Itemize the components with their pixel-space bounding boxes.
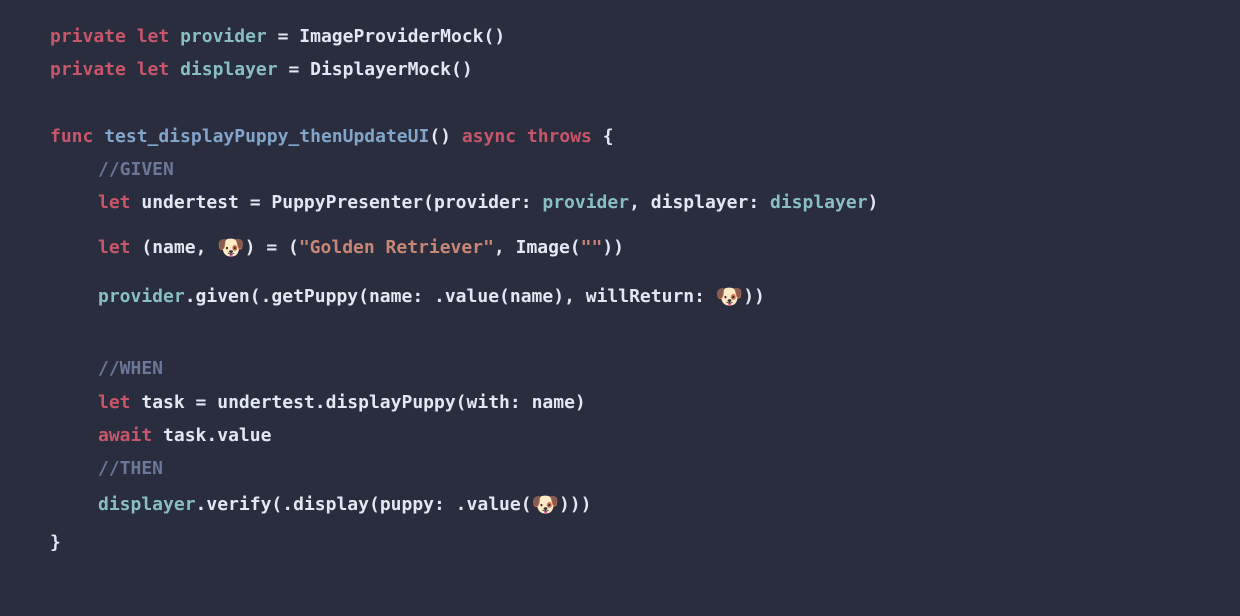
comment-given: //GIVEN [98, 159, 174, 180]
identifier-undertest: undertest [217, 392, 315, 413]
tuple-assign: ) = ( [245, 237, 299, 258]
brace-open: { [592, 126, 614, 147]
type-image: Image [516, 237, 570, 258]
keyword-await: await [98, 425, 152, 446]
code-line: private let displayer = DisplayerMock() [50, 53, 1190, 86]
function-name: test_displayPuppy_thenUpdateUI [104, 126, 429, 147]
paren-close: ))) [559, 494, 592, 515]
param-label-provider: provider [434, 192, 521, 213]
identifier-displayer: displayer [180, 59, 278, 80]
code-line: } [50, 526, 1190, 559]
keyword-private: private [50, 59, 126, 80]
comment-when: //WHEN [98, 358, 163, 379]
operator-assign: = [278, 59, 311, 80]
code-line: func test_displayPuppy_thenUpdateUI() as… [50, 120, 1190, 153]
paren-close: ) [868, 192, 879, 213]
spacing [50, 220, 1190, 229]
paren-close: ) [575, 392, 586, 413]
code-line: private let provider = ImageProviderMock… [50, 20, 1190, 53]
keyword-throws: throws [527, 126, 592, 147]
operator-assign: = [185, 392, 218, 413]
blank-line [50, 87, 1190, 120]
arg-name: name [510, 286, 553, 307]
param-label-name: name [369, 286, 412, 307]
property-value: value [217, 425, 271, 446]
brace-close: } [50, 532, 61, 553]
keyword-let: let [137, 59, 170, 80]
param-label-puppy: puppy [380, 494, 434, 515]
identifier-task: task [141, 392, 184, 413]
tuple-open: ( [131, 237, 153, 258]
type-displayermock: DisplayerMock [310, 59, 451, 80]
code-line: //THEN [50, 452, 1190, 485]
enum-getpuppy: getPuppy [271, 286, 358, 307]
arg-name: name [532, 392, 575, 413]
dog-emoji-icon: 🐶 [716, 285, 743, 310]
code-line: //WHEN [50, 352, 1190, 385]
code-line: provider.given(.getPuppy(name: .value(na… [50, 278, 1190, 319]
code-line: displayer.verify(.display(puppy: .value(… [50, 486, 1190, 527]
blank-line [50, 319, 1190, 352]
keyword-async: async [462, 126, 516, 147]
code-line: //GIVEN [50, 153, 1190, 186]
param-label-willreturn: willReturn [586, 286, 694, 307]
method-verify: verify [206, 494, 271, 515]
identifier-displayer: displayer [98, 494, 196, 515]
method-displaypuppy: displayPuppy [326, 392, 456, 413]
operator-assign: = [239, 192, 272, 213]
type-imageprovidermock: ImageProviderMock [299, 26, 483, 47]
keyword-let: let [137, 26, 170, 47]
code-line: let (name, 🐶) = ("Golden Retriever", Ima… [50, 229, 1190, 270]
code-line: let undertest = PuppyPresenter(provider:… [50, 186, 1190, 219]
code-line: await task.value [50, 419, 1190, 452]
identifier-task: task [163, 425, 206, 446]
keyword-private: private [50, 26, 126, 47]
enum-display: display [293, 494, 369, 515]
code-line: let task = undertest.displayPuppy(with: … [50, 386, 1190, 419]
parens: () [429, 126, 451, 147]
parens: () [484, 26, 506, 47]
parens: () [451, 59, 473, 80]
dog-emoji-icon: 🐶 [532, 493, 559, 518]
keyword-let: let [98, 192, 131, 213]
param-label-with: with [467, 392, 510, 413]
method-given: given [196, 286, 250, 307]
string-literal-empty: "" [581, 237, 603, 258]
paren-close: )) [743, 286, 765, 307]
operator-assign: = [267, 26, 300, 47]
var-name: name [152, 237, 195, 258]
param-value-displayer: displayer [770, 192, 868, 213]
keyword-let: let [98, 392, 131, 413]
identifier-provider: provider [180, 26, 267, 47]
enum-value: value [467, 494, 521, 515]
keyword-func: func [50, 126, 93, 147]
paren-open: ( [423, 192, 434, 213]
string-literal-golden: "Golden Retriever" [299, 237, 494, 258]
keyword-let: let [98, 237, 131, 258]
spacing [50, 269, 1190, 278]
param-value-provider: provider [542, 192, 629, 213]
identifier-undertest: undertest [141, 192, 239, 213]
identifier-provider: provider [98, 286, 185, 307]
code-editor[interactable]: private let provider = ImageProviderMock… [50, 20, 1190, 560]
enum-value: value [445, 286, 499, 307]
type-puppypresenter: PuppyPresenter [271, 192, 423, 213]
comment-then: //THEN [98, 458, 163, 479]
param-label-displayer: displayer [651, 192, 749, 213]
paren-close: )) [602, 237, 624, 258]
dog-emoji-icon: 🐶 [217, 236, 244, 261]
